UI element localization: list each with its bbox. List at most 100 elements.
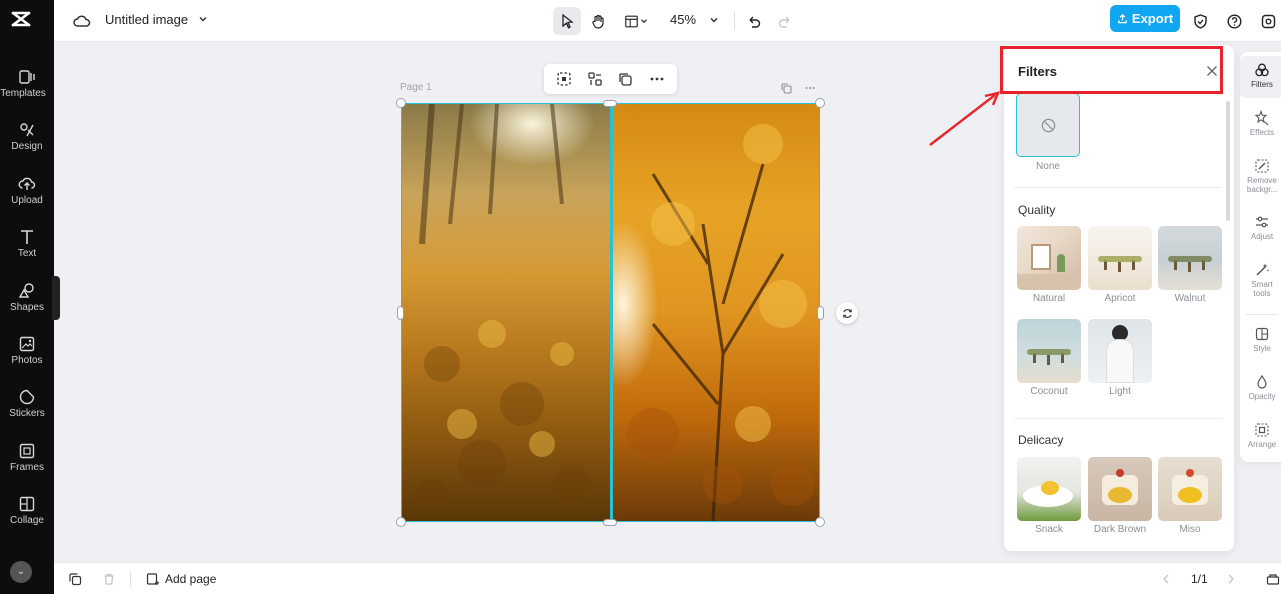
rail-item-label: Arrange xyxy=(1247,440,1277,449)
page-more-icon[interactable] xyxy=(804,82,816,94)
select-area-icon[interactable] xyxy=(555,70,573,88)
design-icon xyxy=(20,123,34,137)
zoom-level[interactable]: 45% xyxy=(670,12,696,27)
resize-handle-bottom[interactable] xyxy=(603,519,617,526)
add-page-button[interactable]: Add page xyxy=(165,572,216,586)
filter-apricot[interactable] xyxy=(1088,226,1152,290)
rail-item-label: Smart tools xyxy=(1251,280,1273,298)
chevron-left-icon[interactable] xyxy=(1159,572,1173,586)
rail-item-opacity[interactable]: Opacity xyxy=(1240,374,1281,401)
resize-handle-bottom-left[interactable] xyxy=(396,517,406,527)
add-page-icon[interactable] xyxy=(146,572,160,586)
collage-icon xyxy=(19,496,35,512)
effects-icon xyxy=(1254,110,1269,126)
sidebar-item-text[interactable]: Text xyxy=(0,222,54,270)
capcut-logo-icon[interactable] xyxy=(10,8,32,30)
filter-snack[interactable] xyxy=(1017,457,1081,521)
stickers-icon xyxy=(19,389,35,405)
filter-dark-brown-label: Dark Brown xyxy=(1093,524,1147,535)
autumn-tree-canopy-photo[interactable] xyxy=(613,104,819,521)
sidebar-item-upload[interactable]: Upload xyxy=(0,169,54,217)
rail-divider xyxy=(1246,314,1278,315)
upload-icon xyxy=(18,177,36,190)
document-title[interactable]: Untitled image xyxy=(105,12,188,27)
canvas-page[interactable] xyxy=(401,103,820,522)
sidebar-item-frames[interactable]: Frames xyxy=(0,436,54,484)
hand-tool-button[interactable] xyxy=(584,7,612,35)
rail-item-adjust[interactable]: Adjust xyxy=(1240,214,1281,241)
right-tool-rail: Filters Effects Remove backgr... Adjust … xyxy=(1240,52,1281,462)
duplicate-icon[interactable] xyxy=(616,70,634,88)
resize-handle-top[interactable] xyxy=(603,100,617,107)
filters-scrollbar[interactable] xyxy=(1226,101,1230,221)
filter-light[interactable] xyxy=(1088,319,1152,383)
rail-item-style[interactable]: Style xyxy=(1240,326,1281,353)
sidebar-item-photos[interactable]: Photos xyxy=(0,329,54,377)
sidebar-collapse-handle[interactable] xyxy=(52,276,60,320)
resize-handle-right[interactable] xyxy=(817,306,824,320)
gear-icon xyxy=(1261,14,1275,28)
duplicate-page-icon[interactable] xyxy=(68,572,82,586)
rail-item-remove-background[interactable]: Remove backgr... xyxy=(1240,158,1281,194)
sidebar-item-collage[interactable]: Collage xyxy=(0,489,54,537)
selection-floating-toolbar xyxy=(544,64,677,94)
layout-icon xyxy=(624,15,638,27)
chevron-down-icon[interactable] xyxy=(197,13,209,25)
shield-button[interactable] xyxy=(1186,7,1214,35)
undo-icon xyxy=(749,16,760,28)
sidebar-item-stickers[interactable]: Stickers xyxy=(0,382,54,430)
rail-item-effects[interactable]: Effects xyxy=(1240,110,1281,137)
rail-item-smart-tools[interactable]: Smart tools xyxy=(1240,262,1281,298)
filter-miso[interactable] xyxy=(1158,457,1222,521)
filter-dark-brown[interactable] xyxy=(1088,457,1152,521)
filter-natural[interactable] xyxy=(1017,226,1081,290)
autumn-forest-leaves-photo[interactable] xyxy=(402,104,610,521)
pages-panel-icon[interactable] xyxy=(1266,572,1280,586)
rotate-button[interactable] xyxy=(836,302,858,324)
filter-none[interactable] xyxy=(1016,93,1080,157)
resize-handle-top-left[interactable] xyxy=(396,98,406,108)
layout-dropdown-button[interactable] xyxy=(618,7,654,35)
resize-handle-left[interactable] xyxy=(397,306,404,320)
filter-walnut-label: Walnut xyxy=(1174,293,1206,304)
rail-item-label: Opacity xyxy=(1248,392,1276,401)
filter-coconut[interactable] xyxy=(1017,319,1081,383)
help-button[interactable] xyxy=(1220,7,1248,35)
select-tool-button[interactable] xyxy=(553,7,581,35)
cloud-sync-icon[interactable] xyxy=(72,11,92,31)
filter-light-label: Light xyxy=(1109,386,1131,397)
rail-item-label: Filters xyxy=(1251,80,1273,89)
duplicate-page-icon[interactable] xyxy=(780,82,792,94)
sidebar-item-templates[interactable]: Templates xyxy=(0,62,54,110)
export-button[interactable]: Export xyxy=(1110,5,1180,32)
trash-icon[interactable] xyxy=(102,572,116,586)
redo-button[interactable] xyxy=(771,7,799,35)
filters-panel: Filters None Quality Natural Apricot Wal… xyxy=(1004,45,1234,551)
page-label: Page 1 xyxy=(400,82,432,93)
sidebar-item-label: Templates xyxy=(0,88,46,99)
sidebar-item-shapes[interactable]: Shapes xyxy=(0,276,54,324)
settings-button[interactable] xyxy=(1254,7,1281,35)
chevron-down-icon[interactable] xyxy=(708,14,720,26)
page-count: 1/1 xyxy=(1191,572,1208,586)
filter-apricot-label: Apricot xyxy=(1104,293,1136,304)
group-icon[interactable] xyxy=(586,70,604,88)
resize-handle-top-right[interactable] xyxy=(815,98,825,108)
sidebar-item-design[interactable]: Design xyxy=(0,115,54,163)
chevron-right-icon[interactable] xyxy=(1224,572,1238,586)
rail-item-label: Adjust xyxy=(1250,232,1274,241)
resize-handle-bottom-right[interactable] xyxy=(815,517,825,527)
section-divider xyxy=(1014,187,1222,188)
adjust-icon xyxy=(1256,216,1268,228)
rail-item-arrange[interactable]: Arrange xyxy=(1240,422,1281,449)
undo-button[interactable] xyxy=(739,7,767,35)
photos-icon xyxy=(19,336,35,352)
chevron-down-icon[interactable]: ⌄ xyxy=(10,561,32,583)
rail-item-filters[interactable]: Filters xyxy=(1240,56,1281,98)
annotation-arrow-icon xyxy=(929,91,1001,146)
more-options-icon[interactable] xyxy=(648,70,666,88)
filter-walnut[interactable] xyxy=(1158,226,1222,290)
left-sidebar: Templates Design Upload Text Shapes Phot… xyxy=(0,0,54,594)
sidebar-item-label: Shapes xyxy=(10,302,44,313)
no-filter-icon xyxy=(1041,118,1055,132)
